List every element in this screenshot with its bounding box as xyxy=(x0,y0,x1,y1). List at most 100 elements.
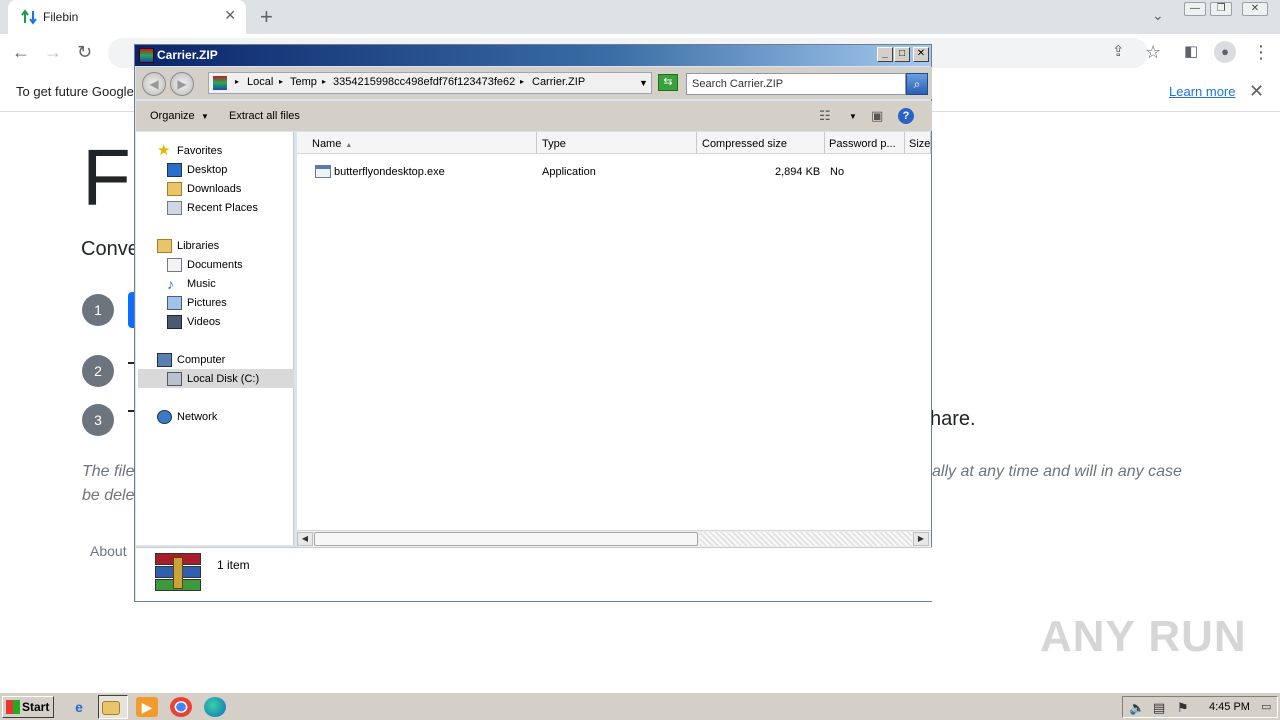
anyrun-watermark: ANY RUN xyxy=(1040,612,1247,661)
bookmark-star-icon[interactable]: ☆ xyxy=(1145,42,1161,63)
view-dropdown-icon[interactable]: ▼ xyxy=(849,112,857,121)
media-player-icon[interactable]: ▶ xyxy=(136,697,158,717)
scroll-track[interactable] xyxy=(700,532,912,546)
breadcrumb-bar[interactable]: ▸ Local ▸ Temp ▸ 3354215998cc498efdf76f1… xyxy=(208,72,652,94)
back-button-icon[interactable]: ◀ xyxy=(142,72,166,96)
refresh-icon[interactable]: ⇆ xyxy=(658,74,678,91)
column-header-name[interactable]: Name ▲ xyxy=(297,132,537,154)
step-2-badge: 2 xyxy=(82,355,114,387)
step-1-badge: 1 xyxy=(82,294,114,326)
reload-icon[interactable]: ↻ xyxy=(77,42,92,63)
side-panel-icon[interactable]: ◧ xyxy=(1184,42,1198,60)
windows-logo-icon xyxy=(6,700,20,714)
about-link[interactable]: About xyxy=(90,543,127,559)
breadcrumb-arrow-icon[interactable]: ▸ xyxy=(520,77,524,86)
command-bar: Organize ▼ Extract all files ☷ ▼ ▣ ? xyxy=(136,101,932,131)
infobar-close-icon[interactable]: ✕ xyxy=(1249,81,1264,102)
navigation-pane: ★ Favorites Desktop Downloads Recent Pla… xyxy=(136,132,294,545)
pictures-icon xyxy=(167,296,182,310)
breadcrumb-hash-folder[interactable]: 3354215998cc498efdf76f123473fe62 xyxy=(333,76,515,88)
libraries-icon xyxy=(157,239,172,253)
breadcrumb-temp[interactable]: Temp xyxy=(290,76,317,88)
clock[interactable]: 4:45 PM xyxy=(1209,701,1250,713)
start-button[interactable]: Start xyxy=(2,696,54,718)
documents-icon xyxy=(167,258,182,272)
taskbar: Start e ▶ 🔈 ▤ ⚑ 4:45 PM ▭ xyxy=(0,692,1280,720)
folder-icon[interactable] xyxy=(102,701,120,715)
address-dropdown-icon[interactable]: ▼ xyxy=(639,78,648,88)
breadcrumb-local[interactable]: Local xyxy=(247,76,273,88)
file-password: No xyxy=(830,166,845,178)
organize-button[interactable]: Organize xyxy=(150,110,195,122)
network-tray-icon[interactable]: ▤ xyxy=(1153,700,1165,716)
organize-dropdown-icon[interactable]: ▼ xyxy=(201,112,209,121)
scroll-right-icon[interactable]: ▶ xyxy=(913,532,929,546)
preview-pane-icon[interactable]: ▣ xyxy=(871,108,883,124)
winrar-window: Carrier.ZIP _ □ ✕ ◀ ▶ ▸ Local ▸ Temp ▸ 3… xyxy=(134,44,932,602)
action-center-flag-icon[interactable]: ⚑ xyxy=(1177,700,1189,716)
column-header-size[interactable]: Size xyxy=(905,132,931,154)
page-subtitle: Conve xyxy=(81,238,139,260)
maximize-icon[interactable]: □ xyxy=(894,47,910,62)
column-header-compressed-size[interactable]: Compressed size xyxy=(697,132,825,154)
breadcrumb-arrow-icon[interactable]: ▸ xyxy=(322,77,326,86)
forward-arrow-icon[interactable]: → xyxy=(44,42,62,63)
horizontal-scrollbar[interactable]: ◀ ▶ xyxy=(297,530,931,547)
internet-explorer-icon[interactable]: e xyxy=(68,697,90,717)
window-title: Carrier.ZIP xyxy=(157,48,218,62)
minimize-window-icon[interactable]: — xyxy=(1184,2,1206,16)
music-icon: ♪ xyxy=(167,276,174,292)
tab-close-icon[interactable]: ✕ xyxy=(224,7,236,24)
address-row: ◀ ▶ ▸ Local ▸ Temp ▸ 3354215998cc498efdf… xyxy=(136,67,932,99)
recent-places-icon xyxy=(167,201,182,215)
extract-all-button[interactable]: Extract all files xyxy=(229,110,300,122)
notice-text-end: ally at any time and will in any case xyxy=(932,463,1182,480)
notice-text-start: The file xyxy=(82,463,135,480)
profile-avatar-icon[interactable]: ● xyxy=(1214,41,1236,63)
column-header-password[interactable]: Password p... xyxy=(825,132,905,154)
view-options-icon[interactable]: ☷ xyxy=(819,108,831,124)
item-count: 1 item xyxy=(217,558,250,572)
search-icon[interactable]: ⌕ xyxy=(906,73,928,95)
back-arrow-icon[interactable]: ← xyxy=(12,42,30,63)
scroll-left-icon[interactable]: ◀ xyxy=(297,532,313,546)
menu-dots-icon[interactable]: ⋮ xyxy=(1252,42,1270,63)
volume-icon[interactable]: 🔈 xyxy=(1129,700,1145,716)
breadcrumb-archive[interactable]: Carrier.ZIP xyxy=(532,76,585,88)
application-file-icon xyxy=(315,165,331,178)
help-icon[interactable]: ? xyxy=(898,108,914,124)
close-icon[interactable]: ✕ xyxy=(913,47,929,62)
column-header-type[interactable]: Type xyxy=(537,132,697,154)
archive-icon xyxy=(213,76,227,90)
winrar-title-bar[interactable]: Carrier.ZIP _ □ ✕ xyxy=(135,45,931,66)
minimize-icon[interactable]: _ xyxy=(877,47,893,62)
tab-title: Filebin xyxy=(43,10,79,24)
forward-button-icon[interactable]: ▶ xyxy=(170,72,194,96)
chrome-icon[interactable] xyxy=(170,697,192,717)
infobar-text: To get future Google xyxy=(16,84,134,99)
file-compressed-size: 2,894 KB xyxy=(775,166,821,178)
search-input[interactable]: Search Carrier.ZIP xyxy=(686,73,906,95)
scroll-thumb[interactable] xyxy=(314,532,698,546)
new-tab-icon[interactable]: + xyxy=(260,4,273,30)
show-desktop-icon[interactable]: ▭ xyxy=(1261,700,1271,713)
tab-search-chevron-icon[interactable]: ⌄ xyxy=(1152,7,1164,24)
star-icon: ★ xyxy=(157,142,171,159)
file-list: Name ▲ Type Compressed size Password p...… xyxy=(297,132,931,545)
sort-ascending-icon: ▲ xyxy=(345,142,353,149)
videos-icon xyxy=(167,315,182,329)
learn-more-link[interactable]: Learn more xyxy=(1169,84,1235,99)
step-3-text-tail: hare. xyxy=(930,408,976,430)
breadcrumb-arrow-icon[interactable]: ▸ xyxy=(279,77,283,86)
breadcrumb-arrow-icon[interactable]: ▸ xyxy=(235,77,239,86)
file-name[interactable]: butterflyondesktop.exe xyxy=(334,166,445,178)
close-window-icon[interactable]: ✕ xyxy=(1242,2,1268,16)
system-tray: 🔈 ▤ ⚑ 4:45 PM ▭ xyxy=(1122,696,1278,718)
winrar-app-icon xyxy=(139,48,154,63)
desktop-icon xyxy=(167,163,182,177)
edge-icon[interactable] xyxy=(204,697,226,717)
restore-window-icon[interactable]: ❐ xyxy=(1210,2,1232,16)
browser-tab[interactable]: Filebin ✕ xyxy=(8,0,246,34)
details-pane: 1 item xyxy=(136,547,932,601)
share-icon[interactable]: ⇪ xyxy=(1112,42,1125,60)
